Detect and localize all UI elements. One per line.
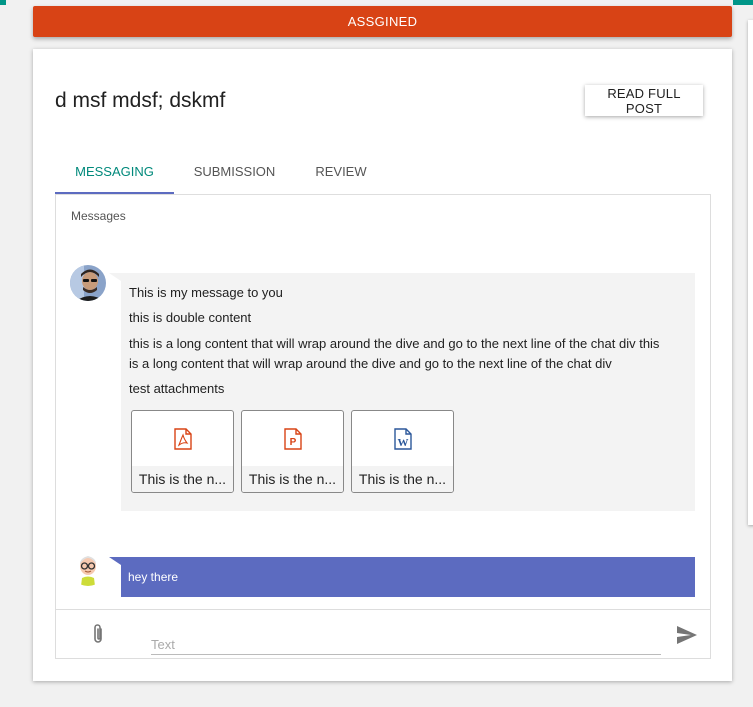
message-line: this is double content [129,310,252,325]
send-icon[interactable] [676,625,698,645]
message-text: hey there [128,570,179,584]
accent-line [733,0,753,5]
message-line: test attachments [129,381,225,396]
pdf-icon [132,411,233,466]
powerpoint-icon: P [242,411,343,466]
attachment-card[interactable]: This is the n... [131,410,234,493]
paperclip-icon[interactable] [90,623,106,645]
message-line: this is a long content that will wrap ar… [129,336,660,351]
message-bubble: This is my message to you this is double… [121,273,695,511]
tab-messaging[interactable]: MESSAGING [55,155,174,194]
attachment-card[interactable]: W This is the n... [351,410,454,493]
post-title: d msf mdsf; dskmf [55,89,226,112]
message-input[interactable] [151,634,661,655]
background-panel [748,20,753,525]
tab-review[interactable]: REVIEW [295,155,387,192]
svg-text:W: W [397,437,408,449]
bubble-tail [109,557,121,565]
tab-bar: MESSAGING SUBMISSION REVIEW [55,155,711,195]
message-line: This is my message to you [129,285,283,300]
own-message-bubble: hey there [121,557,695,597]
attachment-name: This is the n... [132,466,233,492]
post-card: d msf mdsf; dskmf READ FULL POST MESSAGI… [33,49,732,681]
attachment-card[interactable]: P This is the n... [241,410,344,493]
avatar [70,550,106,586]
messages-label: Messages [71,209,126,223]
tab-submission[interactable]: SUBMISSION [175,155,294,192]
bubble-tail [109,273,121,281]
svg-text:P: P [289,437,296,448]
message-line: is a long content that will wrap around … [129,356,612,371]
avatar [70,265,106,301]
attachment-name: This is the n... [352,466,453,492]
chat-panel: Messages This is my message to you this … [55,195,711,659]
read-full-post-button[interactable]: READ FULL POST [585,85,703,116]
accent-line [0,0,6,5]
status-bar[interactable]: ASSGINED [33,6,732,37]
attachment-name: This is the n... [242,466,343,492]
word-icon: W [352,411,453,466]
message-composer [56,609,710,659]
